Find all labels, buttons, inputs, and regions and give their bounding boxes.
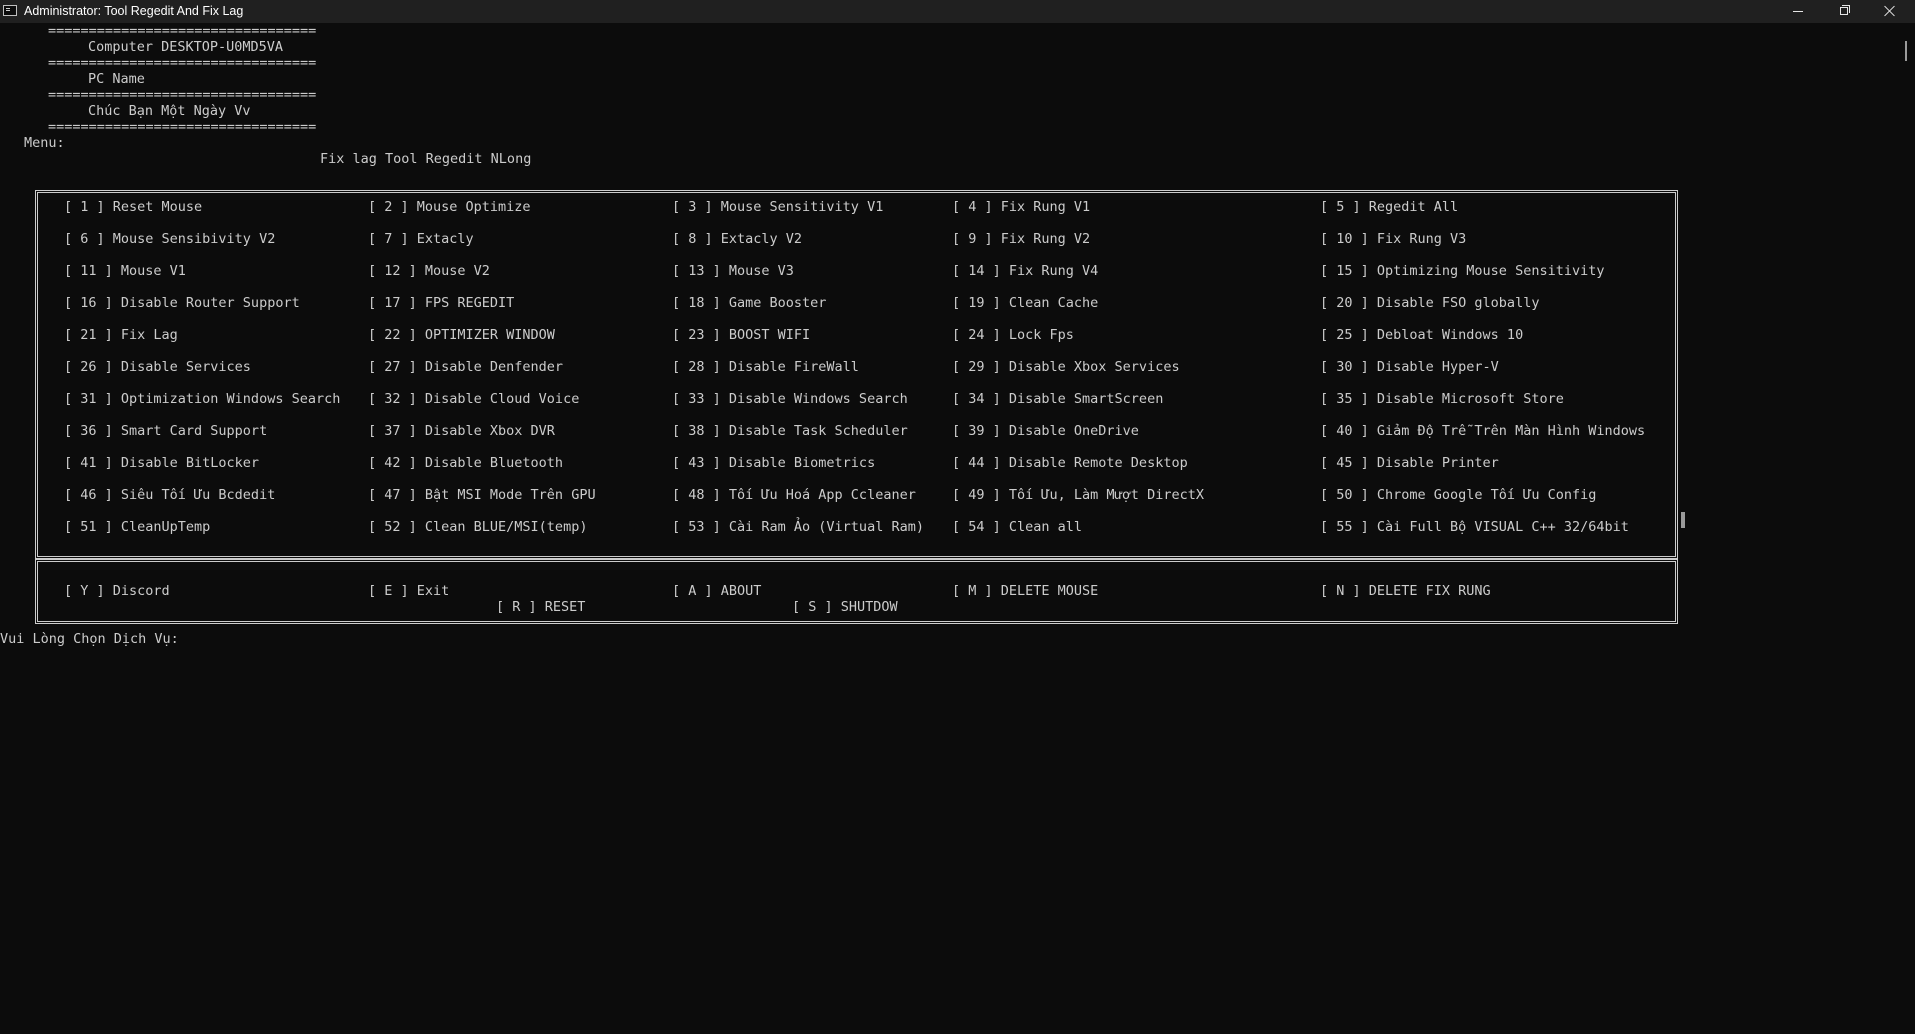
menu-option[interactable]: [ 39 ] Disable OneDrive <box>952 423 1139 439</box>
menu-option[interactable]: [ 27 ] Disable Denfender <box>368 359 563 375</box>
menu-option[interactable]: [ 18 ] Game Booster <box>672 295 826 311</box>
menu-option[interactable]: [ 29 ] Disable Xbox Services <box>952 359 1180 375</box>
menu-option[interactable]: [ 43 ] Disable Biometrics <box>672 455 875 471</box>
reset-option[interactable]: [ R ] RESET <box>496 599 585 615</box>
console-output[interactable]: ================================= Comput… <box>0 23 1895 1034</box>
menu-option[interactable]: [ 25 ] Debloat Windows 10 <box>1320 327 1523 343</box>
menu-option[interactable]: [ 22 ] OPTIMIZER WINDOW <box>368 327 555 343</box>
restore-icon <box>1840 5 1850 15</box>
menu-option[interactable]: [ 21 ] Fix Lag <box>64 327 178 343</box>
menu-option[interactable]: [ 54 ] Clean all <box>952 519 1082 535</box>
console-window: Administrator: Tool Regedit And Fix Lag … <box>0 0 1915 1034</box>
menu-option[interactable]: [ 24 ] Lock Fps <box>952 327 1074 343</box>
menu-option[interactable]: [ 41 ] Disable BitLocker <box>64 455 259 471</box>
delete-mouse-option[interactable]: [ M ] DELETE MOUSE <box>952 583 1098 599</box>
menu-option[interactable]: [ 8 ] Extacly V2 <box>672 231 802 247</box>
menu-option[interactable]: [ 31 ] Optimization Windows Search <box>64 391 340 407</box>
menu-option[interactable]: [ 5 ] Regedit All <box>1320 199 1458 215</box>
minimize-icon <box>1793 11 1803 12</box>
about-option[interactable]: [ A ] ABOUT <box>672 583 761 599</box>
menu-option[interactable]: [ 44 ] Disable Remote Desktop <box>952 455 1188 471</box>
menu-option[interactable]: [ 38 ] Disable Task Scheduler <box>672 423 908 439</box>
input-prompt[interactable]: Vui Lòng Chọn Dịch Vụ: <box>0 631 179 647</box>
menu-option[interactable]: [ 50 ] Chrome Google Tối Ưu Config <box>1320 487 1596 503</box>
menu-option[interactable]: [ 9 ] Fix Rung V2 <box>952 231 1090 247</box>
separator-line: ================================= <box>48 119 317 135</box>
menu-option[interactable]: [ 6 ] Mouse Sensibivity V2 <box>64 231 275 247</box>
menu-option[interactable]: [ 51 ] CleanUpTemp <box>64 519 210 535</box>
menu-option[interactable]: [ 32 ] Disable Cloud Voice <box>368 391 579 407</box>
menu-option[interactable]: [ 1 ] Reset Mouse <box>64 199 202 215</box>
menu-option[interactable]: [ 37 ] Disable Xbox DVR <box>368 423 555 439</box>
menu-option[interactable]: [ 46 ] Siêu Tối Ưu Bcdedit <box>64 487 275 503</box>
menu-option[interactable]: [ 3 ] Mouse Sensitivity V1 <box>672 199 883 215</box>
console-app-icon <box>3 5 17 16</box>
menu-option[interactable]: [ 49 ] Tối Ưu, Làm Mượt DirectX <box>952 487 1204 503</box>
menu-option[interactable]: [ 13 ] Mouse V3 <box>672 263 794 279</box>
close-button[interactable] <box>1867 0 1913 23</box>
menu-option[interactable]: [ 40 ] Giảm Độ Trễ Trên Màn Hình Windows <box>1320 423 1645 439</box>
menu-option[interactable]: [ 48 ] Tối Ưu Hoá App Ccleaner <box>672 487 916 503</box>
close-icon <box>1884 5 1896 17</box>
menu-option[interactable]: [ 12 ] Mouse V2 <box>368 263 490 279</box>
menu-title: Fix lag Tool Regedit NLong <box>320 151 532 167</box>
menu-option[interactable]: [ 28 ] Disable FireWall <box>672 359 859 375</box>
title-bar[interactable]: Administrator: Tool Regedit And Fix Lag <box>0 0 1915 23</box>
menu-option[interactable]: [ 23 ] BOOST WIFI <box>672 327 810 343</box>
discord-option[interactable]: [ Y ] Discord <box>64 583 170 599</box>
maximize-button[interactable] <box>1821 0 1867 23</box>
menu-option[interactable]: [ 11 ] Mouse V1 <box>64 263 186 279</box>
resize-marker <box>1681 512 1685 528</box>
window-title: Administrator: Tool Regedit And Fix Lag <box>24 4 244 18</box>
menu-option[interactable]: [ 19 ] Clean Cache <box>952 295 1098 311</box>
menu-option[interactable]: [ 34 ] Disable SmartScreen <box>952 391 1163 407</box>
shutdown-option[interactable]: [ S ] SHUTDOW <box>792 599 898 615</box>
menu-option[interactable]: [ 2 ] Mouse Optimize <box>368 199 531 215</box>
pc-name-line: PC Name <box>88 71 145 87</box>
menu-label: Menu: <box>24 135 65 151</box>
menu-option[interactable]: [ 26 ] Disable Services <box>64 359 251 375</box>
menu-option[interactable]: [ 20 ] Disable FSO globally <box>1320 295 1539 311</box>
menu-option[interactable]: [ 15 ] Optimizing Mouse Sensitivity <box>1320 263 1604 279</box>
menu-option[interactable]: [ 30 ] Disable Hyper-V <box>1320 359 1499 375</box>
menu-option[interactable]: [ 16 ] Disable Router Support <box>64 295 300 311</box>
minimize-button[interactable] <box>1775 0 1821 23</box>
exit-option[interactable]: [ E ] Exit <box>368 583 449 599</box>
menu-option[interactable]: [ 47 ] Bật MSI Mode Trên GPU <box>368 487 596 503</box>
delete-fix-rung-option[interactable]: [ N ] DELETE FIX RUNG <box>1320 583 1491 599</box>
scrollbar-thumb[interactable] <box>1905 41 1907 61</box>
menu-option[interactable]: [ 42 ] Disable Bluetooth <box>368 455 563 471</box>
separator-line: ================================= <box>48 55 317 71</box>
separator-line: ================================= <box>48 23 317 39</box>
menu-option[interactable]: [ 45 ] Disable Printer <box>1320 455 1499 471</box>
menu-option[interactable]: [ 7 ] Extacly <box>368 231 474 247</box>
menu-option[interactable]: [ 4 ] Fix Rung V1 <box>952 199 1090 215</box>
menu-option[interactable]: [ 17 ] FPS REGEDIT <box>368 295 514 311</box>
menu-option[interactable]: [ 10 ] Fix Rung V3 <box>1320 231 1466 247</box>
scrollbar[interactable] <box>1895 23 1915 1034</box>
menu-option[interactable]: [ 14 ] Fix Rung V4 <box>952 263 1098 279</box>
menu-option[interactable]: [ 35 ] Disable Microsoft Store <box>1320 391 1564 407</box>
menu-option[interactable]: [ 55 ] Cài Full Bộ VISUAL C++ 32/64bit <box>1320 519 1629 535</box>
menu-option[interactable]: [ 53 ] Cài Ram Ảo (Virtual Ram) <box>672 519 924 535</box>
separator-line: ================================= <box>48 87 317 103</box>
menu-option[interactable]: [ 33 ] Disable Windows Search <box>672 391 908 407</box>
greeting-line: Chúc Bạn Một Ngày Vv <box>88 103 251 119</box>
menu-option[interactable]: [ 36 ] Smart Card Support <box>64 423 267 439</box>
computer-name-line: Computer DESKTOP-U0MD5VA <box>88 39 284 55</box>
menu-option[interactable]: [ 52 ] Clean BLUE/MSI(temp) <box>368 519 587 535</box>
